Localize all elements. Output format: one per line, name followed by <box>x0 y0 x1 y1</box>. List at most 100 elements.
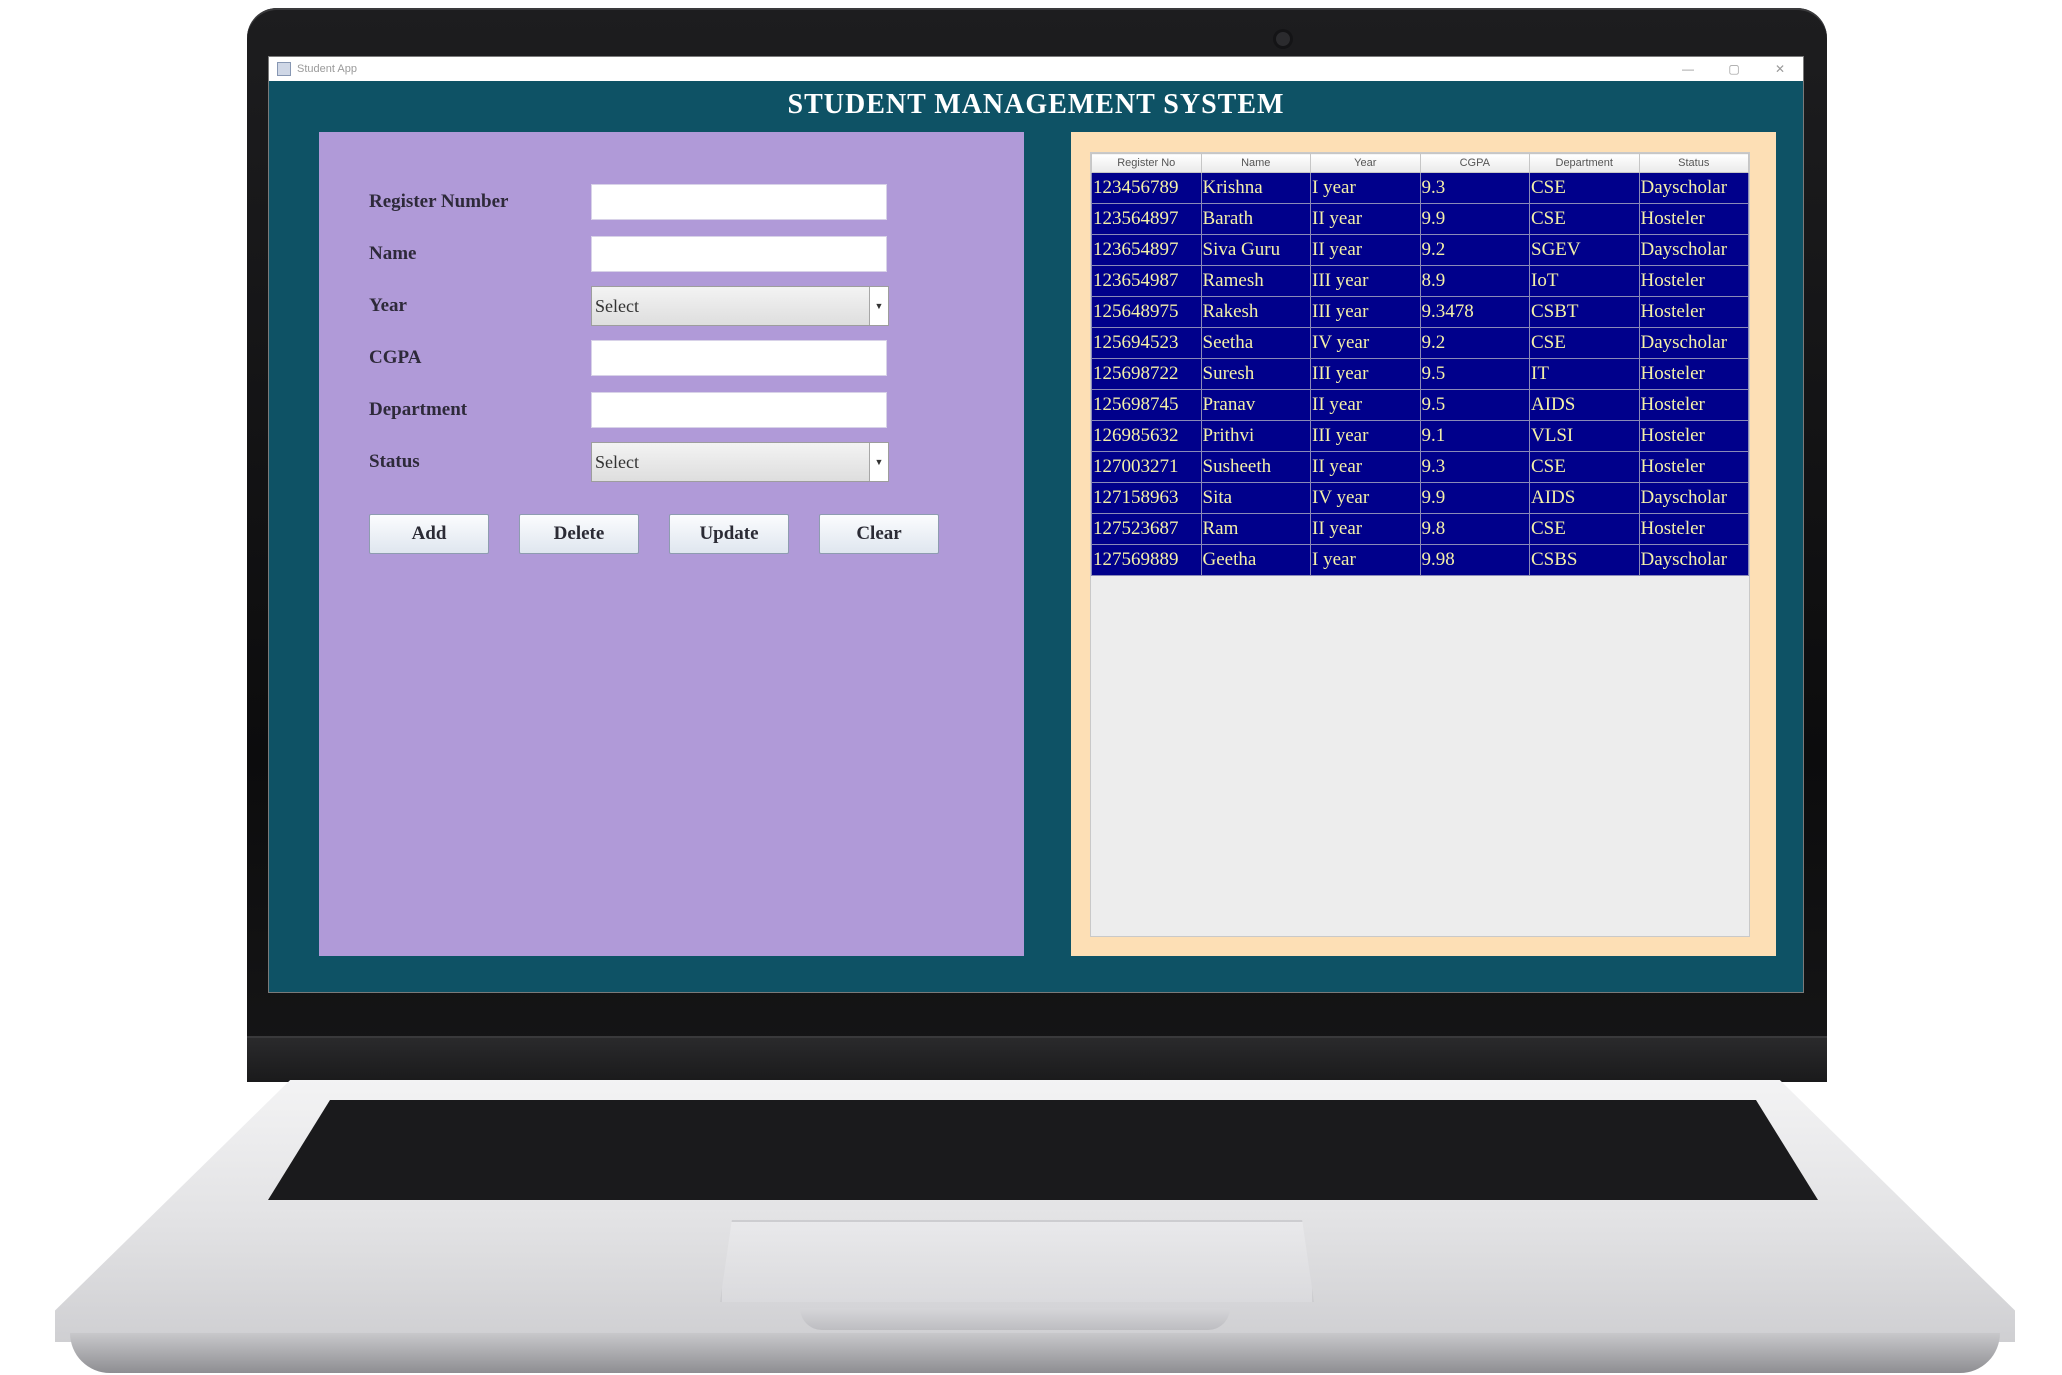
table-cell[interactable]: Krishna <box>1200 172 1311 204</box>
table-cell[interactable]: 123456789 <box>1091 172 1202 204</box>
table-cell[interactable]: Barath <box>1200 203 1311 235</box>
table-cell[interactable]: Suresh <box>1200 358 1311 390</box>
status-select[interactable]: Select ▼ <box>591 442 889 482</box>
table-row[interactable]: 125694523 Seetha IV year 9.2 CSE Dayscholar <box>1091 327 1749 359</box>
table-cell[interactable]: 125698745 <box>1091 389 1202 421</box>
table-row[interactable]: 126985632 Prithvi III year 9.1 VLSI Hosteler <box>1091 420 1749 452</box>
chevron-down-icon[interactable]: ▼ <box>869 287 888 325</box>
update-button[interactable]: Update <box>669 514 789 554</box>
table-cell[interactable]: Dayscholar <box>1638 482 1749 514</box>
column-header[interactable]: Department <box>1529 153 1640 173</box>
table-row[interactable]: 125648975 Rakesh III year 9.3478 CSBT Hostele… <box>1091 296 1749 328</box>
table-cell[interactable]: I year <box>1310 172 1421 204</box>
table-cell[interactable]: 9.5 <box>1419 389 1530 421</box>
table-cell[interactable]: Dayscholar <box>1638 172 1749 204</box>
table-cell[interactable]: Dayscholar <box>1638 234 1749 266</box>
table-cell[interactable]: I year <box>1310 544 1421 576</box>
table-cell[interactable]: II year <box>1310 451 1421 483</box>
table-cell[interactable]: 9.3 <box>1419 172 1530 204</box>
table-row[interactable]: 123564897 Barath II year 9.9 CSE Hosteler <box>1091 203 1749 235</box>
table-cell[interactable]: II year <box>1310 389 1421 421</box>
table-cell[interactable]: SGEV <box>1529 234 1640 266</box>
cgpa-input[interactable] <box>591 340 887 376</box>
table-cell[interactable]: 123564897 <box>1091 203 1202 235</box>
table-cell[interactable]: 123654987 <box>1091 265 1202 297</box>
table-cell[interactable]: Sita <box>1200 482 1311 514</box>
table-cell[interactable]: II year <box>1310 234 1421 266</box>
table-cell[interactable]: IV year <box>1310 482 1421 514</box>
table-cell[interactable]: II year <box>1310 203 1421 235</box>
table-cell[interactable]: 9.3 <box>1419 451 1530 483</box>
table-cell[interactable]: 123654897 <box>1091 234 1202 266</box>
delete-button[interactable]: Delete <box>519 514 639 554</box>
table-cell[interactable]: CSE <box>1529 513 1640 545</box>
table-cell[interactable]: Geetha <box>1200 544 1311 576</box>
column-header[interactable]: Year <box>1310 153 1421 173</box>
table-cell[interactable]: 9.2 <box>1419 234 1530 266</box>
table-cell[interactable]: Hosteler <box>1638 358 1749 390</box>
table-cell[interactable]: 127158963 <box>1091 482 1202 514</box>
table-row[interactable]: 123654987 Ramesh III year 8.9 IoT Hosteler <box>1091 265 1749 297</box>
register-number-input[interactable] <box>591 184 887 220</box>
table-cell[interactable]: 126985632 <box>1091 420 1202 452</box>
table-cell[interactable]: 9.2 <box>1419 327 1530 359</box>
table-row[interactable]: 127158963 Sita IV year 9.9 AIDS Dayscholar <box>1091 482 1749 514</box>
table-row[interactable]: 125698722 Suresh III year 9.5 IT Hosteler <box>1091 358 1749 390</box>
table-cell[interactable]: CSE <box>1529 172 1640 204</box>
column-header[interactable]: Status <box>1638 153 1749 173</box>
table-cell[interactable]: CSE <box>1529 451 1640 483</box>
table-row[interactable]: 127003271 Susheeth II year 9.3 CSE Hosteler <box>1091 451 1749 483</box>
add-button[interactable]: Add <box>369 514 489 554</box>
column-header[interactable]: Register No <box>1091 153 1202 173</box>
table-cell[interactable]: 9.3478 <box>1419 296 1530 328</box>
table-cell[interactable]: III year <box>1310 420 1421 452</box>
table-cell[interactable]: 125694523 <box>1091 327 1202 359</box>
table-cell[interactable]: Hosteler <box>1638 203 1749 235</box>
table-cell[interactable]: 127003271 <box>1091 451 1202 483</box>
table-cell[interactable]: 9.9 <box>1419 482 1530 514</box>
table-cell[interactable]: II year <box>1310 513 1421 545</box>
table-cell[interactable]: 8.9 <box>1419 265 1530 297</box>
table-cell[interactable]: Seetha <box>1200 327 1311 359</box>
table-cell[interactable]: VLSI <box>1529 420 1640 452</box>
table-cell[interactable]: Dayscholar <box>1638 327 1749 359</box>
table-cell[interactable]: CSBS <box>1529 544 1640 576</box>
maximize-icon[interactable]: ▢ <box>1711 57 1757 81</box>
table-cell[interactable]: Hosteler <box>1638 451 1749 483</box>
close-icon[interactable]: ✕ <box>1757 57 1803 81</box>
table-cell[interactable]: Hosteler <box>1638 420 1749 452</box>
student-table-scrollpane[interactable]: Register No Name Year CGPA Department St… <box>1090 152 1750 937</box>
table-cell[interactable]: 9.8 <box>1419 513 1530 545</box>
table-cell[interactable]: 9.9 <box>1419 203 1530 235</box>
table-cell[interactable]: 125698722 <box>1091 358 1202 390</box>
year-select[interactable]: Select ▼ <box>591 286 889 326</box>
table-row[interactable]: 123456789 Krishna I year 9.3 CSE Dayscholar <box>1091 172 1749 204</box>
table-cell[interactable]: Hosteler <box>1638 296 1749 328</box>
table-cell[interactable]: AIDS <box>1529 482 1640 514</box>
table-cell[interactable]: 9.5 <box>1419 358 1530 390</box>
table-cell[interactable]: III year <box>1310 358 1421 390</box>
table-cell[interactable]: III year <box>1310 296 1421 328</box>
table-cell[interactable]: Susheeth <box>1200 451 1311 483</box>
name-input[interactable] <box>591 236 887 272</box>
table-cell[interactable]: 127569889 <box>1091 544 1202 576</box>
chevron-down-icon[interactable]: ▼ <box>869 443 888 481</box>
table-row[interactable]: 123654897 Siva Guru II year 9.2 SGEV Dayschol… <box>1091 234 1749 266</box>
table-cell[interactable]: Dayscholar <box>1638 544 1749 576</box>
department-input[interactable] <box>591 392 887 428</box>
table-row[interactable]: 125698745 Pranav II year 9.5 AIDS Hosteler <box>1091 389 1749 421</box>
table-cell[interactable]: 127523687 <box>1091 513 1202 545</box>
table-row[interactable]: 127569889 Geetha I year 9.98 CSBS Dayscholar <box>1091 544 1749 576</box>
table-cell[interactable]: 125648975 <box>1091 296 1202 328</box>
window-titlebar[interactable]: Student App — ▢ ✕ <box>269 57 1803 81</box>
table-cell[interactable]: IV year <box>1310 327 1421 359</box>
table-cell[interactable]: 9.1 <box>1419 420 1530 452</box>
table-cell[interactable]: III year <box>1310 265 1421 297</box>
table-cell[interactable]: AIDS <box>1529 389 1640 421</box>
clear-button[interactable]: Clear <box>819 514 939 554</box>
table-cell[interactable]: CSBT <box>1529 296 1640 328</box>
table-cell[interactable]: IT <box>1529 358 1640 390</box>
table-cell[interactable]: 9.98 <box>1419 544 1530 576</box>
table-cell[interactable]: Hosteler <box>1638 265 1749 297</box>
table-cell[interactable]: Ram <box>1200 513 1311 545</box>
